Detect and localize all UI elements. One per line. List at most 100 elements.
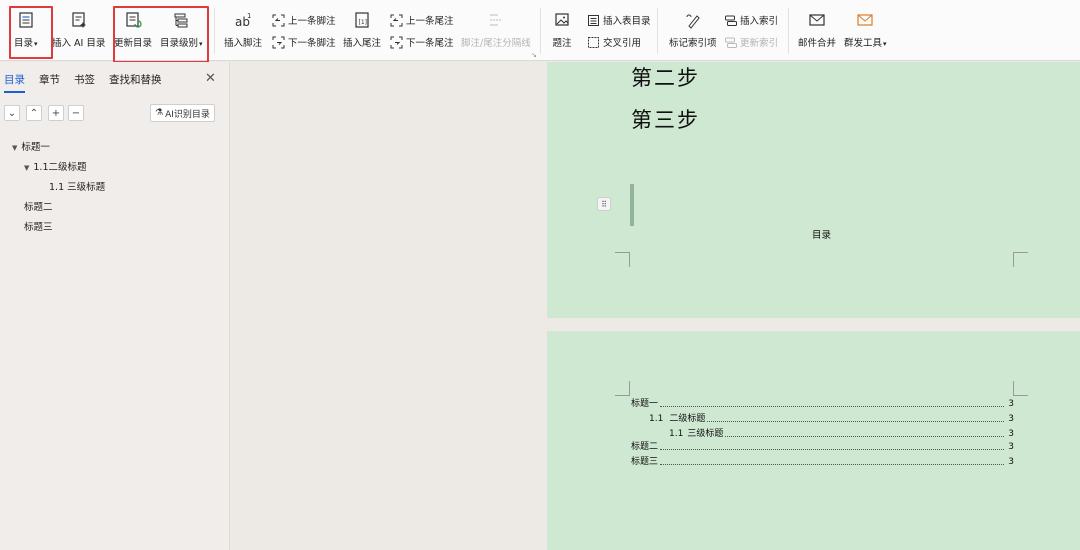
toc-title: 目录	[812, 230, 832, 241]
caret-down-icon: ▼	[12, 144, 18, 152]
mark-index-entry-label: 标记索引项	[669, 38, 717, 49]
toc-entry-text: 二级标题	[669, 414, 706, 424]
document-page: 第二步 第三步 ⠿ 目录	[547, 62, 1080, 318]
insert-index-icon	[723, 13, 737, 27]
toc-entry-text: 标题三	[631, 457, 659, 467]
separator-icon	[486, 10, 506, 30]
toc-entry-page: 3	[1008, 399, 1014, 409]
insert-table-of-figures-label: 插入表目录	[603, 16, 651, 27]
document-page: 标题一 3 1.1 二级标题 3 1.1 三级标题 3 标题二 3 标题三 3	[547, 331, 1080, 550]
toc-entry-page: 3	[1008, 429, 1014, 439]
mass-mail-tool-button[interactable]: 群发工具▾	[844, 10, 887, 49]
toc-entry[interactable]: 标题二 3	[631, 440, 1014, 452]
svg-text:[1]: [1]	[359, 19, 368, 26]
toc-entry[interactable]: 标题三 3	[631, 455, 1014, 467]
svg-text:1: 1	[247, 12, 251, 20]
caption-label: 题注	[552, 38, 572, 49]
next-endnote-button[interactable]: 下一条尾注	[389, 34, 454, 50]
insert-ai-toc-button[interactable]: 插入 AI 目录	[52, 10, 105, 49]
collapse-down-button[interactable]: ⌄	[4, 105, 20, 121]
remove-heading-button[interactable]: −	[68, 105, 84, 121]
toc-entry-number: 1.1	[649, 414, 664, 424]
text-cursor-bar	[630, 184, 634, 226]
caret-down-icon: ▼	[24, 164, 30, 172]
cross-reference-icon	[586, 35, 600, 49]
tab-toc[interactable]: 目录	[4, 72, 25, 93]
tab-find-replace[interactable]: 查找和替换	[109, 72, 162, 93]
insert-ai-toc-label: 插入 AI 目录	[52, 38, 106, 49]
tree-item-label: 标题三	[24, 222, 53, 233]
update-index-icon	[723, 35, 737, 49]
ribbon-divider	[788, 8, 789, 54]
minus-icon: −	[71, 107, 81, 119]
highlight-box-toc	[9, 6, 53, 59]
chevron-up-icon: ⌃	[29, 107, 39, 119]
tree-item[interactable]: 1.1 三级标题	[49, 179, 105, 193]
close-icon[interactable]: ✕	[205, 71, 216, 86]
tree-item[interactable]: ▼ 1.1二级标题	[24, 159, 87, 173]
ai-icon: ⚗	[155, 108, 164, 118]
insert-index-button[interactable]: 插入索引	[723, 12, 778, 28]
tree-item-label: 标题一	[21, 142, 50, 153]
prev-footnote-label: 上一条脚注	[288, 16, 336, 27]
update-index-button[interactable]: 更新索引	[723, 34, 778, 50]
insert-footnote-button[interactable]: ab 1 插入脚注	[224, 10, 262, 49]
tree-item-label: 1.1二级标题	[33, 162, 87, 173]
footnote-separator-button[interactable]: 脚注/尾注分隔线	[461, 10, 531, 49]
mass-mail-tool-label: 群发工具	[844, 38, 883, 49]
dialog-launcher-icon[interactable]: ↘	[531, 51, 537, 59]
tree-item-label: 1.1 三级标题	[49, 182, 106, 193]
toc-entry[interactable]: 1.1 二级标题 3	[631, 412, 1014, 424]
ribbon-divider	[657, 8, 658, 54]
toc-entry-page: 3	[1008, 442, 1014, 452]
insert-footnote-label: 插入脚注	[224, 38, 263, 49]
margin-corner-mark	[1013, 381, 1028, 396]
next-footnote-icon	[271, 35, 285, 49]
toc-entry-page: 3	[1008, 457, 1014, 467]
ai-recognize-toc-button[interactable]: ⚗ AI识别目录	[150, 104, 215, 122]
mail-icon	[807, 10, 827, 30]
tree-item-label: 标题二	[24, 202, 53, 213]
heading-step-three: 第三步	[631, 108, 700, 132]
toc-entry-number: 1.1	[669, 429, 684, 439]
toc-entry[interactable]: 1.1 三级标题 3	[631, 427, 1014, 439]
toc-entry-text: 标题二	[631, 442, 659, 452]
tab-chapters[interactable]: 章节	[39, 72, 60, 93]
margin-corner-mark	[1013, 252, 1028, 267]
insert-endnote-button[interactable]: [1] 插入尾注	[343, 10, 381, 49]
next-endnote-icon	[389, 35, 403, 49]
drag-handle-icon[interactable]: ⠿	[597, 197, 611, 211]
footnote-separator-label: 脚注/尾注分隔线	[461, 38, 531, 49]
margin-corner-mark	[615, 252, 630, 267]
prev-footnote-icon	[271, 13, 285, 27]
mail-merge-button[interactable]: 邮件合并	[798, 10, 836, 49]
prev-endnote-button[interactable]: 上一条尾注	[389, 12, 454, 28]
cross-reference-label: 交叉引用	[603, 38, 642, 49]
update-index-label: 更新索引	[740, 38, 779, 49]
insert-table-of-figures-button[interactable]: 插入表目录	[586, 12, 651, 28]
add-heading-button[interactable]: +	[48, 105, 64, 121]
tab-bookmarks[interactable]: 书签	[74, 72, 95, 93]
tree-item[interactable]: ▼ 标题一	[12, 139, 50, 153]
prev-endnote-icon	[389, 13, 403, 27]
next-endnote-label: 下一条尾注	[406, 38, 454, 49]
mark-index-icon	[683, 10, 703, 30]
tree-item[interactable]: 标题二	[24, 199, 53, 213]
caption-button[interactable]: 题注	[552, 10, 572, 49]
references-ribbon: 目录▾ 插入 AI 目录 更新目录 目录级别▾ ab 1 插入脚注 上一条脚注 下…	[0, 0, 1080, 63]
ribbon-divider	[214, 8, 215, 54]
prev-footnote-button[interactable]: 上一条脚注	[271, 12, 336, 28]
collapse-up-button[interactable]: ⌃	[26, 105, 42, 121]
navigation-pane: 目录 章节 书签 查找和替换 ✕ ⌄ ⌃ + − ⚗ AI识别目录 ▼ 标题一 ▼ 1…	[0, 62, 230, 550]
cross-reference-button[interactable]: 交叉引用	[586, 34, 641, 50]
toc-entry-text: 标题一	[631, 399, 659, 409]
mass-mail-icon	[855, 10, 875, 30]
chevron-down-icon: ▾	[883, 40, 887, 48]
next-footnote-label: 下一条脚注	[288, 38, 336, 49]
next-footnote-button[interactable]: 下一条脚注	[271, 34, 336, 50]
mark-index-entry-button[interactable]: 标记索引项	[669, 10, 717, 49]
tree-item[interactable]: 标题三	[24, 219, 53, 233]
ribbon-divider	[540, 8, 541, 54]
toc-entry[interactable]: 标题一 3	[631, 397, 1014, 409]
toc-entry-text: 三级标题	[687, 429, 724, 439]
